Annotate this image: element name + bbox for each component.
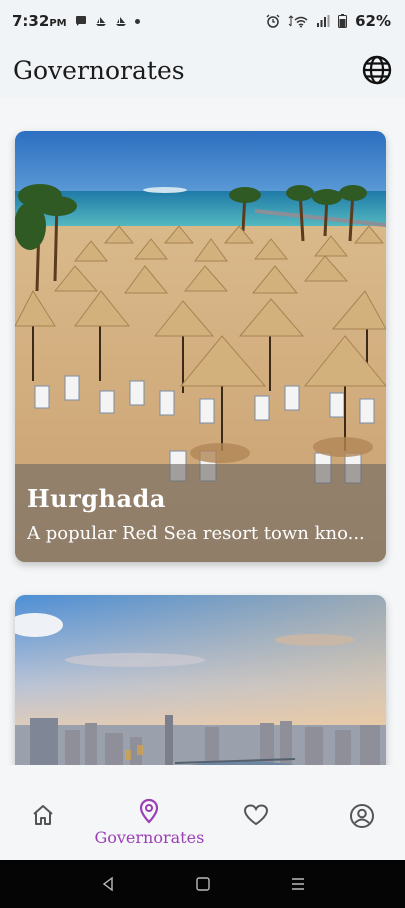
status-left: 7:32PM [12, 12, 140, 30]
app-bar: Governorates [0, 42, 405, 98]
battery-percent: 62% [355, 12, 391, 30]
heart-icon [243, 804, 268, 826]
system-home-button[interactable] [183, 864, 223, 904]
governorate-card-city[interactable] [15, 595, 386, 765]
status-bar: 7:32PM 62% [0, 0, 405, 42]
card-caption: Hurghada A popular Red Sea resort town k… [15, 464, 386, 562]
alarm-icon [266, 14, 280, 28]
recents-icon [291, 878, 304, 890]
chat-notification-icon [75, 16, 86, 26]
card-description: A popular Red Sea resort town kno... [27, 523, 365, 544]
nav-governorates-label: Governorates [94, 828, 205, 847]
location-pin-icon [140, 798, 159, 824]
profile-icon [349, 804, 374, 828]
nav-profile[interactable] [317, 803, 405, 829]
governorates-list[interactable]: Hurghada A popular Red Sea resort town k… [0, 98, 405, 765]
home-icon [33, 805, 53, 825]
page-title: Governorates [13, 55, 185, 85]
bottom-navigation: Governorates [0, 765, 405, 860]
home-square-icon [195, 877, 210, 891]
status-right: 62% [266, 12, 391, 30]
boat-notification-icon-2 [115, 17, 126, 26]
system-back-button[interactable] [88, 864, 128, 904]
signal-icon [317, 15, 330, 27]
status-time-value: 7:32 [12, 12, 50, 30]
card-title: Hurghada [27, 484, 166, 513]
status-time: 7:32PM [12, 12, 67, 30]
back-icon [102, 876, 113, 892]
governorate-card-hurghada[interactable]: Hurghada A popular Red Sea resort town k… [15, 131, 386, 562]
wifi-icon [288, 15, 308, 28]
nav-favorites[interactable] [211, 803, 301, 827]
boat-notification-icon [95, 17, 106, 26]
nav-home[interactable] [0, 803, 88, 827]
system-recents-button[interactable] [278, 864, 318, 904]
city-skyline-image [15, 595, 386, 765]
more-notifications-dot-icon [134, 18, 140, 24]
battery-icon [338, 14, 348, 28]
language-button[interactable] [361, 54, 393, 86]
nav-governorates[interactable]: Governorates [94, 798, 204, 847]
system-navigation-bar [0, 860, 405, 908]
globe-icon [362, 55, 392, 85]
status-ampm: PM [49, 18, 67, 29]
